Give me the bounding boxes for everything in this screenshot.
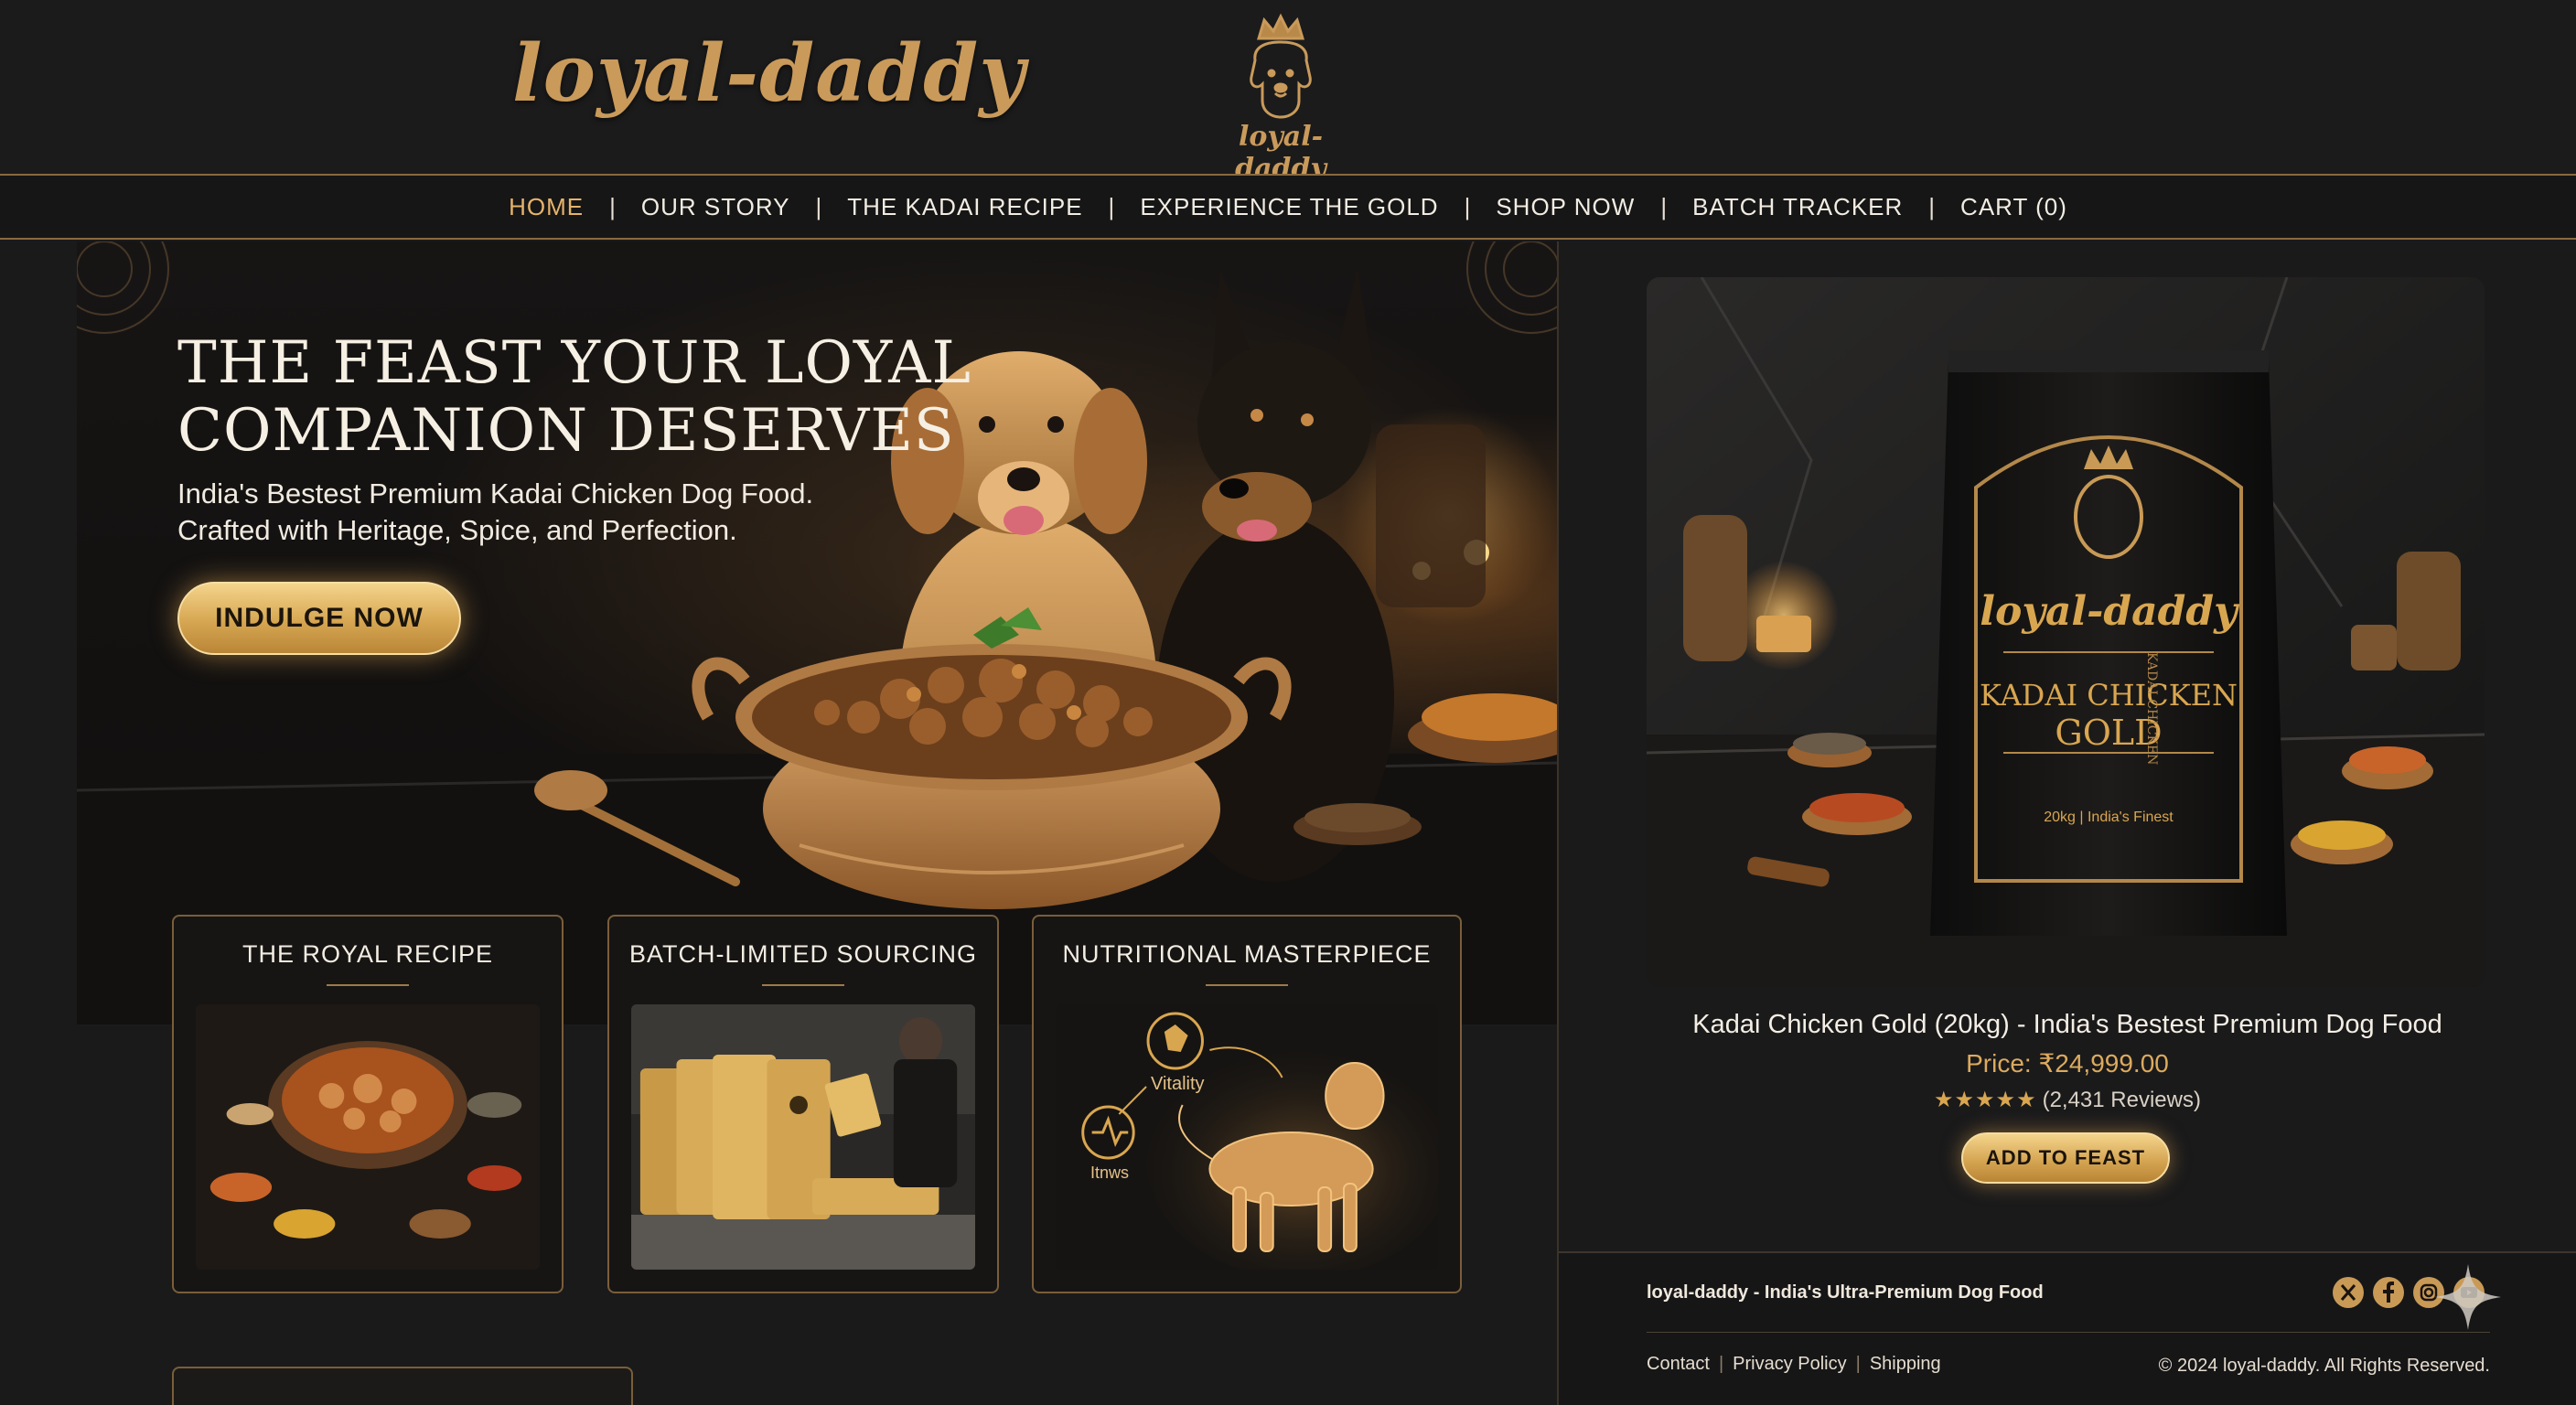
card-title: THE ROYAL RECIPE xyxy=(242,940,494,968)
column-divider xyxy=(1557,241,1559,1405)
card-title-rule xyxy=(1206,984,1288,986)
x-icon[interactable] xyxy=(2333,1277,2364,1308)
nav-shop-now[interactable]: SHOP NOW xyxy=(1470,193,1660,221)
hero-subtitle-line1: India's Bestest Premium Kadai Chicken Do… xyxy=(177,477,814,509)
product-image[interactable]: loyal-daddy KADAI CHICKEN GOLD 20kg | In… xyxy=(1647,277,2485,987)
vitality-label: Vitality xyxy=(1151,1074,1205,1094)
hero-subtitle-line2: Crafted with Heritage, Spice, and Perfec… xyxy=(177,514,737,546)
footer-link-shipping[interactable]: Shipping xyxy=(1870,1354,1941,1374)
card-title: BATCH-LIMITED SOURCING xyxy=(628,940,977,968)
nav-separator: | xyxy=(1108,192,1115,220)
fitness-label: Itnws xyxy=(1090,1164,1130,1182)
footer-link-privacy[interactable]: Privacy Policy xyxy=(1733,1354,1846,1374)
nav-batch-tracker[interactable]: BATCH TRACKER xyxy=(1667,193,1928,221)
nav-separator: | xyxy=(609,192,616,220)
product-price: Price: ₹24,999.00 xyxy=(1966,1049,2169,1078)
card-title: NUTRITIONAL MASTERPIECE xyxy=(1062,940,1432,968)
feature-card-royal-recipe[interactable]: THE ROYAL RECIPE xyxy=(172,915,564,1293)
nav-separator: | xyxy=(1928,192,1936,220)
glowing-dog-infographic-image: Vitality Itnws xyxy=(1056,1004,1438,1270)
facebook-icon[interactable] xyxy=(2373,1277,2404,1308)
hero-subtitle: India's Bestest Premium Kadai Chicken Do… xyxy=(177,476,1001,549)
footer-link-separator: | xyxy=(1855,1354,1861,1374)
brand-wordmark[interactable]: loyal-daddy xyxy=(512,27,1025,120)
review-count[interactable]: (2,431 Reviews) xyxy=(2043,1088,2201,1112)
brand-crest-logo[interactable]: loyal-daddy xyxy=(1208,13,1354,185)
nav-cart[interactable]: CART (0) xyxy=(1935,193,2093,221)
footer-copyright: © 2024 loyal-daddy. All Rights Reserved. xyxy=(2158,1356,2490,1376)
bag-line1: KADAI CHICKEN xyxy=(1979,678,2238,713)
nav-separator: | xyxy=(1660,192,1668,220)
product-name[interactable]: Kadai Chicken Gold (20kg) - India's Best… xyxy=(1555,1010,2576,1040)
nav-our-story[interactable]: OUR STORY xyxy=(616,193,816,221)
bag-side-text: KADAI CHICKEN xyxy=(2144,652,2159,766)
star-rating-icon: ★★★★★ xyxy=(1934,1088,2037,1112)
site-footer: loyal-daddy - India's Ultra-Premium Dog … xyxy=(1559,1251,2576,1405)
add-to-feast-button[interactable]: ADD TO FEAST xyxy=(1961,1132,2170,1184)
nav-separator: | xyxy=(815,192,822,220)
footer-links: Contact | Privacy Policy | Shipping xyxy=(1647,1354,1941,1375)
card-title-rule xyxy=(762,984,844,986)
card-title-rule xyxy=(327,984,409,986)
nav-separator: | xyxy=(1464,192,1471,220)
gold-bags-production-image xyxy=(631,1004,975,1270)
site-header: loyal-daddy loyal-daddy xyxy=(0,0,2576,185)
footer-divider xyxy=(1647,1332,2490,1333)
feature-card-nutritional[interactable]: NUTRITIONAL MASTERPIECE Vitality Itnws xyxy=(1032,915,1462,1293)
bag-footer: 20kg | India's Finest xyxy=(2044,810,2174,825)
kadai-curry-spices-image xyxy=(196,1004,540,1270)
indulge-now-button[interactable]: INDULGE NOW xyxy=(177,582,461,655)
partial-card xyxy=(172,1367,633,1405)
bag-line2: GOLD xyxy=(2055,713,2163,753)
hero-banner: THE FEAST YOUR LOYAL COMPANION DESERVES … xyxy=(77,241,1559,1024)
bag-brand: loyal-daddy xyxy=(1980,588,2238,635)
hero-title: THE FEAST YOUR LOYAL COMPANION DESERVES xyxy=(177,329,971,465)
footer-link-contact[interactable]: Contact xyxy=(1647,1354,1710,1374)
crowned-dog-icon xyxy=(1250,13,1312,119)
main-nav: HOME | OUR STORY | THE KADAI RECIPE | EX… xyxy=(0,174,2576,240)
nav-experience-gold[interactable]: EXPERIENCE THE GOLD xyxy=(1114,193,1464,221)
product-rating: ★★★★★ (2,431 Reviews) xyxy=(1555,1087,2576,1113)
footer-brand-line: loyal-daddy - India's Ultra-Premium Dog … xyxy=(1647,1282,2044,1303)
feature-card-batch-sourcing[interactable]: BATCH-LIMITED SOURCING xyxy=(607,915,999,1293)
nav-kadai-recipe[interactable]: THE KADAI RECIPE xyxy=(821,193,1108,221)
sparkle-icon xyxy=(2435,1264,2501,1330)
nav-home[interactable]: HOME xyxy=(483,193,609,221)
footer-link-separator: | xyxy=(1718,1354,1724,1374)
